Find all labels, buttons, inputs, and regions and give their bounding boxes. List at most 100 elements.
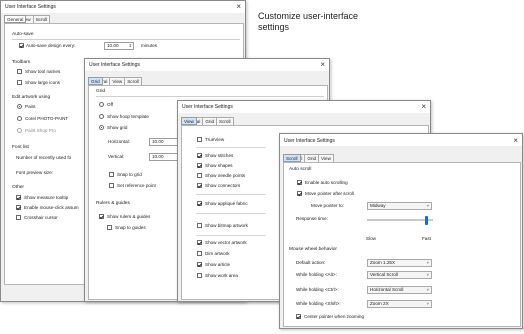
measure-click-checkbox[interactable] xyxy=(16,205,21,210)
show-stitches-label: Show stitches xyxy=(205,153,234,158)
show-grid-radio[interactable] xyxy=(99,125,104,130)
show-rulers-checkbox[interactable] xyxy=(99,214,104,219)
show-bitmap-checkbox[interactable] xyxy=(197,223,202,228)
chevron-down-icon: ˅ xyxy=(426,272,429,277)
tab-scroll[interactable]: Scroll xyxy=(216,117,234,125)
move-pointer-after-checkbox[interactable] xyxy=(297,191,302,196)
paint-shop-pro-radio[interactable] xyxy=(17,128,22,133)
autosave-interval-value: 10.00 xyxy=(107,43,119,48)
trueview-checkbox[interactable] xyxy=(197,137,202,142)
tab-bar: General Grid View Scroll xyxy=(283,154,334,162)
autosave-checkbox[interactable] xyxy=(19,43,24,48)
show-rulers-label: Show rulers & guides xyxy=(107,214,151,219)
tab-view[interactable]: View xyxy=(318,154,334,162)
paint-shop-pro-label: Paint Shop Pro xyxy=(25,128,56,133)
show-work-area-checkbox[interactable] xyxy=(197,273,202,278)
default-action-label: Default action: xyxy=(296,260,326,265)
ctrl-dropdown[interactable]: Horizontal Scroll ˅ xyxy=(367,286,432,294)
dim-artwork-checkbox[interactable] xyxy=(197,251,202,256)
ctrl-value: Horizontal Scroll xyxy=(370,287,404,292)
rulers-group-label: Rulers & guides xyxy=(96,201,130,206)
show-vector-label: Show vector artwork xyxy=(205,240,247,245)
recently-used-label: Number of recently used fo xyxy=(16,155,72,160)
show-connectors-label: Show connectors xyxy=(205,183,241,188)
tab-bar: General Grid View Scroll xyxy=(4,15,51,23)
dialog-title: User Interface Settings xyxy=(182,104,233,110)
slider-thumb[interactable] xyxy=(425,216,428,225)
tab-scroll[interactable]: Scroll xyxy=(283,154,301,162)
tab-general[interactable]: General xyxy=(4,15,27,23)
move-pointer-to-label: Move pointer to: xyxy=(311,203,344,208)
snap-guides-checkbox[interactable] xyxy=(107,225,112,230)
show-applique-checkbox[interactable] xyxy=(197,201,202,206)
show-large-icons-label: Show large icons xyxy=(25,80,60,85)
measure-tooltip-label: Show measure tooltip xyxy=(24,195,69,200)
close-icon[interactable]: × xyxy=(513,135,518,146)
close-icon[interactable]: × xyxy=(236,1,241,12)
section-separator xyxy=(196,147,266,148)
title-bar: User Interface Settings × xyxy=(85,59,329,71)
default-action-dropdown[interactable]: Zoom 1.25X ˅ xyxy=(367,259,432,267)
autosave-unit: minutes xyxy=(141,43,158,48)
show-shapes-checkbox[interactable] xyxy=(197,163,202,168)
snap-to-grid-label: Snap to grid xyxy=(117,172,142,177)
autosave-interval-input[interactable]: 10.00 ⇕ xyxy=(104,42,134,50)
tab-bar: General Grid View Scroll xyxy=(181,117,234,125)
show-needle-points-label: Show needle points xyxy=(205,173,246,178)
dim-artwork-label: Dim artwork xyxy=(205,251,230,256)
group-separator xyxy=(12,39,240,40)
show-tool-names-checkbox[interactable] xyxy=(17,69,22,74)
vertical-input[interactable]: 10.00 xyxy=(149,153,179,161)
show-hoop-radio[interactable] xyxy=(99,114,104,119)
dialog-title: User Interface Settings xyxy=(89,62,140,68)
horizontal-input[interactable]: 10.00 xyxy=(149,138,179,146)
crosshair-checkbox[interactable] xyxy=(16,215,21,220)
center-pointer-label: Center pointer when zooming xyxy=(304,314,365,319)
set-reference-label: Set reference point xyxy=(117,183,156,188)
chevron-down-icon: ˅ xyxy=(426,260,429,265)
shift-value: Zoom 2X xyxy=(370,301,389,306)
center-pointer-checkbox[interactable] xyxy=(296,314,301,319)
enable-auto-scroll-checkbox[interactable] xyxy=(297,180,302,185)
dialog-title: User Interface Settings xyxy=(284,138,335,144)
dialog-title: User Interface Settings xyxy=(5,4,56,10)
shift-dropdown[interactable]: Zoom 2X ˅ xyxy=(367,300,432,308)
spin-icon[interactable]: ⇕ xyxy=(129,43,132,49)
close-icon[interactable]: × xyxy=(421,101,426,112)
font-list-group-label: Font list xyxy=(12,145,29,150)
set-reference-checkbox[interactable] xyxy=(109,183,114,188)
tab-bar: General Grid View Scroll xyxy=(88,77,142,85)
tab-grid[interactable]: Grid xyxy=(88,77,103,85)
grid-off-radio[interactable] xyxy=(99,102,104,107)
alt-label: While holding <Alt>: xyxy=(296,272,337,277)
response-time-label: Response time: xyxy=(296,216,328,221)
close-icon[interactable]: × xyxy=(320,59,325,70)
corel-radio[interactable] xyxy=(17,116,22,121)
section-separator xyxy=(196,213,266,214)
show-stitches-checkbox[interactable] xyxy=(197,153,202,158)
measure-tooltip-checkbox[interactable] xyxy=(16,195,21,200)
tab-grid[interactable]: Grid xyxy=(202,117,218,125)
alt-dropdown[interactable]: Vertical Scroll ˅ xyxy=(367,271,432,279)
tab-scroll[interactable]: Scroll xyxy=(124,77,142,85)
show-connectors-checkbox[interactable] xyxy=(197,183,202,188)
edit-artwork-group-label: Edit artwork using xyxy=(12,95,51,100)
tab-view[interactable]: View xyxy=(109,77,126,85)
slider-min-label: Slow xyxy=(366,236,376,241)
show-article-checkbox[interactable] xyxy=(197,262,202,267)
show-needle-points-checkbox[interactable] xyxy=(197,173,202,178)
move-pointer-dropdown[interactable]: Midway ˅ xyxy=(367,202,432,210)
horizontal-value: 10.00 xyxy=(152,139,164,144)
slider-max-label: Fast xyxy=(422,236,431,241)
tab-scroll[interactable]: Scroll xyxy=(32,15,51,23)
show-vector-checkbox[interactable] xyxy=(197,240,202,245)
show-large-icons-checkbox[interactable] xyxy=(17,80,22,85)
wheel-group-label: Mouse wheel behavior xyxy=(289,247,337,252)
move-pointer-value: Midway xyxy=(370,203,386,208)
tab-grid[interactable]: Grid xyxy=(304,154,320,162)
snap-to-grid-checkbox[interactable] xyxy=(109,172,114,177)
response-time-slider[interactable] xyxy=(367,216,433,225)
horizontal-label: Horizontal: xyxy=(108,139,130,144)
tab-view[interactable]: View xyxy=(181,117,197,125)
paint-radio[interactable] xyxy=(17,104,22,109)
